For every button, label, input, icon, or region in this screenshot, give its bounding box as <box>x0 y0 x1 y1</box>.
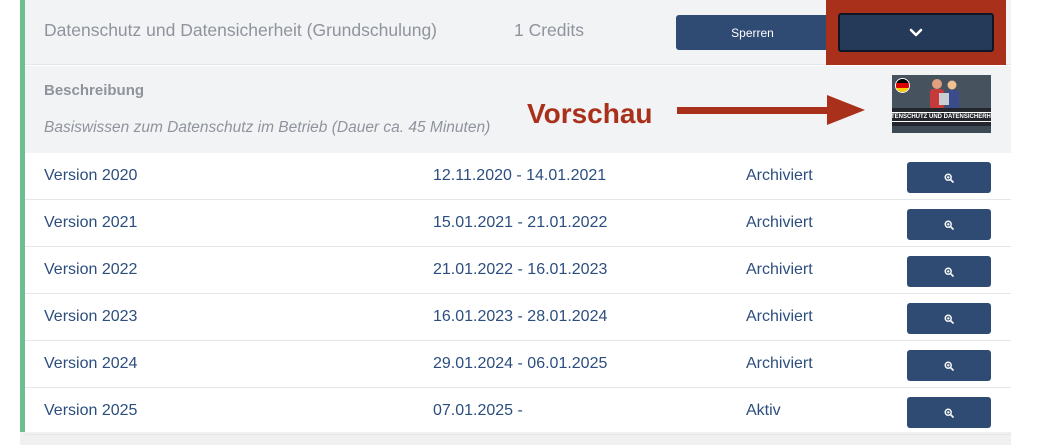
expand-highlight-frame <box>826 0 1006 65</box>
version-name[interactable]: Version 2025 <box>44 402 137 420</box>
version-row: Version 2020 12.11.2020 - 14.01.2021 Arc… <box>25 153 1011 200</box>
version-row: Version 2022 21.01.2022 - 16.01.2023 Arc… <box>25 247 1011 294</box>
version-period: 21.01.2022 - 16.01.2023 <box>433 261 608 278</box>
version-status: Archiviert <box>746 167 813 184</box>
preview-version-button[interactable] <box>907 303 991 334</box>
lock-button[interactable]: Sperren <box>676 15 829 50</box>
zoom-in-icon <box>944 172 954 183</box>
version-period: 16.01.2023 - 28.01.2024 <box>433 308 608 325</box>
annotation-arrow-icon <box>677 95 865 125</box>
preview-version-button[interactable] <box>907 209 991 240</box>
course-credits: 1 Credits <box>514 20 585 40</box>
version-name[interactable]: Version 2022 <box>44 261 137 279</box>
course-header: Datenschutz und Datensicherheit (Grundsc… <box>25 0 1011 65</box>
version-name[interactable]: Version 2024 <box>44 355 137 373</box>
version-name[interactable]: Version 2021 <box>44 214 137 232</box>
version-period: 07.01.2025 - <box>433 402 523 419</box>
preview-version-button[interactable] <box>907 397 991 428</box>
version-status: Archiviert <box>746 214 813 231</box>
course-preview-thumbnail[interactable]: DATENSCHUTZ UND DATENSICHERHEIT <box>892 75 991 133</box>
zoom-in-icon <box>944 313 954 324</box>
version-list: Version 2020 12.11.2020 - 14.01.2021 Arc… <box>25 153 1011 435</box>
version-status: Aktiv <box>746 402 781 419</box>
thumbnail-banner-text: DATENSCHUTZ UND DATENSICHERHEIT <box>892 112 991 122</box>
preview-annotation-label: Vorschau <box>527 98 653 129</box>
version-period: 15.01.2021 - 21.01.2022 <box>433 214 608 231</box>
version-status: Archiviert <box>746 308 813 325</box>
chevron-down-icon <box>909 28 923 36</box>
preview-version-button[interactable] <box>907 256 991 287</box>
version-name[interactable]: Version 2020 <box>44 167 137 185</box>
version-row: Version 2023 16.01.2023 - 28.01.2024 Arc… <box>25 294 1011 341</box>
description-heading: Beschreibung <box>44 82 145 99</box>
version-status: Archiviert <box>746 261 813 278</box>
version-row: Version 2025 07.01.2025 - Aktiv <box>25 388 1011 435</box>
description-block: Beschreibung Basiswissen zum Datenschutz… <box>25 66 1011 153</box>
zoom-in-icon <box>944 266 954 277</box>
version-status: Archiviert <box>746 355 813 372</box>
zoom-in-icon <box>944 360 954 371</box>
zoom-in-icon <box>944 219 954 230</box>
version-row: Version 2021 15.01.2021 - 21.01.2022 Arc… <box>25 200 1011 247</box>
version-name[interactable]: Version 2023 <box>44 308 137 326</box>
preview-version-button[interactable] <box>907 162 991 193</box>
zoom-in-icon <box>944 407 954 418</box>
version-period: 29.01.2024 - 06.01.2025 <box>433 355 608 372</box>
version-row: Version 2024 29.01.2024 - 06.01.2025 Arc… <box>25 341 1011 388</box>
description-text: Basiswissen zum Datenschutz im Betrieb (… <box>44 119 491 136</box>
thumbnail-banner: DATENSCHUTZ UND DATENSICHERHEIT <box>892 108 991 126</box>
expand-button[interactable] <box>838 13 994 52</box>
germany-flag-icon <box>895 78 910 93</box>
course-title: Datenschutz und Datensicherheit (Grundsc… <box>44 20 437 40</box>
version-period: 12.11.2020 - 14.01.2021 <box>433 167 607 184</box>
preview-version-button[interactable] <box>907 350 991 381</box>
